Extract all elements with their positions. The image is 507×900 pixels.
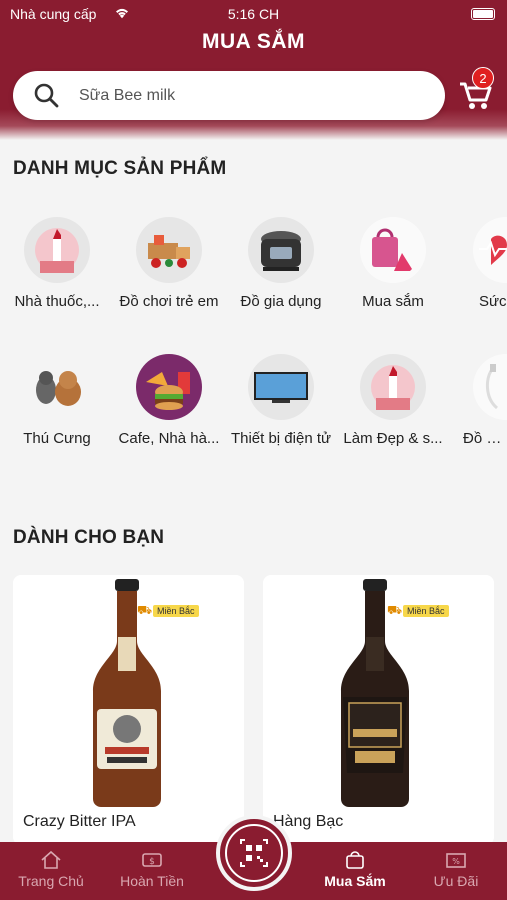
category-accessories[interactable]: Đồ côn xyxy=(449,354,507,447)
svg-text:$: $ xyxy=(149,857,155,867)
tab-label: Hoàn Tiền xyxy=(120,873,184,889)
tab-shopping[interactable]: Mua Sắm xyxy=(305,842,405,900)
heart-pulse-icon xyxy=(473,217,507,283)
tab-home[interactable]: Trang Chủ xyxy=(1,842,101,900)
shopping-bag-icon xyxy=(346,851,364,869)
beer-bottle-image xyxy=(93,579,161,807)
page-title: MUA SẮM xyxy=(201,30,306,53)
category-toys[interactable]: Đồ chơi trẻ em xyxy=(113,217,225,310)
category-pets[interactable]: Thú Cưng xyxy=(1,354,113,447)
rice-cooker-icon xyxy=(248,217,314,283)
category-label: Đồ gia dụng xyxy=(240,293,322,310)
categories-title: DANH MỤC SẢN PHẨM xyxy=(13,158,227,179)
lipstick-icon xyxy=(360,354,426,420)
tab-label: Ưu Đãi xyxy=(433,873,479,889)
qr-code-icon xyxy=(225,824,283,882)
category-pharmacy[interactable]: Nhà thuốc,... xyxy=(1,217,113,310)
toy-truck-icon xyxy=(136,217,202,283)
category-label: Sức xyxy=(479,293,507,310)
category-label: Đồ chơi trẻ em xyxy=(119,293,219,310)
cashback-icon: $ xyxy=(142,853,162,867)
for-you-title: DÀNH CHO BẠN xyxy=(13,527,165,548)
search-input[interactable] xyxy=(79,83,419,109)
cable-icon xyxy=(473,354,507,420)
category-label: Thiết bị điện tử xyxy=(230,430,332,447)
tab-cashback[interactable]: $ Hoàn Tiền xyxy=(102,842,202,900)
cart-button[interactable]: 2 xyxy=(458,67,494,112)
category-label: Cafe, Nhà hà... xyxy=(118,430,220,447)
category-cafe[interactable]: Cafe, Nhà hà... xyxy=(113,354,225,447)
pets-icon xyxy=(24,354,90,420)
category-label: Thú Cưng xyxy=(23,430,91,447)
home-icon xyxy=(41,850,61,869)
status-bar: Nhà cung cấp 5:16 CH xyxy=(10,6,497,24)
category-electronics[interactable]: Thiết bị điện tử xyxy=(225,354,337,447)
category-label: Mua sắm xyxy=(362,293,424,310)
product-card[interactable]: ⛟ Miền Bắc Crazy Bitter IPA xyxy=(13,575,244,845)
lipstick-icon xyxy=(24,217,90,283)
app-header: Nhà cung cấp 5:16 CH MUA SẮM 2 xyxy=(0,0,507,140)
clock: 5:16 CH xyxy=(227,6,280,22)
tab-label: Trang Chủ xyxy=(18,873,84,889)
cart-count-badge: 2 xyxy=(472,67,494,89)
category-household[interactable]: Đồ gia dụng xyxy=(225,217,337,310)
category-label: Đồ côn xyxy=(463,430,507,447)
coupon-icon: % xyxy=(446,853,466,868)
battery-icon xyxy=(471,8,495,20)
search-icon xyxy=(34,83,59,108)
search-bar[interactable] xyxy=(13,71,445,120)
fast-food-icon xyxy=(136,354,202,420)
product-name: Crazy Bitter IPA xyxy=(23,813,136,830)
product-card[interactable]: ⛟ Miền Bắc Hàng Bạc xyxy=(263,575,494,845)
category-beauty[interactable]: Làm Đẹp & s... xyxy=(337,354,449,447)
beer-bottle-image xyxy=(341,579,409,807)
category-shopping[interactable]: Mua sắm xyxy=(337,217,449,310)
tv-icon xyxy=(248,354,314,420)
category-label: Làm Đẹp & s... xyxy=(343,430,443,447)
category-health[interactable]: Sức xyxy=(449,217,507,310)
qr-scan-button[interactable] xyxy=(216,815,292,891)
shopping-bag-icon xyxy=(360,217,426,283)
tab-offers[interactable]: % Ưu Đãi xyxy=(406,842,506,900)
svg-text:%: % xyxy=(452,857,460,866)
tab-label: Mua Sắm xyxy=(324,873,386,889)
category-label: Nhà thuốc,... xyxy=(14,293,100,310)
